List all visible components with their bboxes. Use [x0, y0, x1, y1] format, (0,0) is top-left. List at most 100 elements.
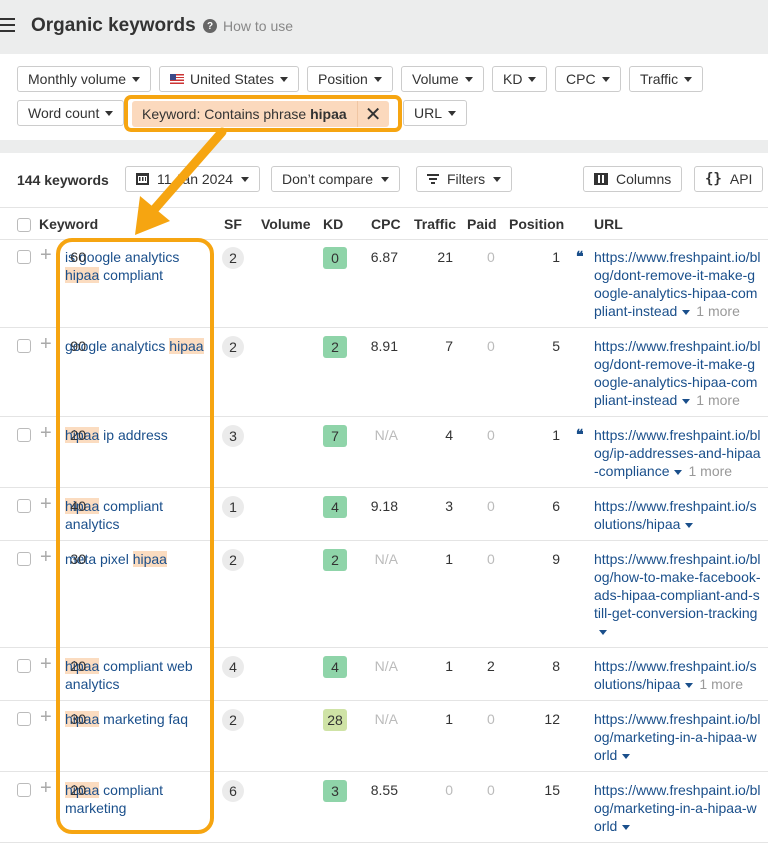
dropdown-label: Word count	[28, 105, 100, 121]
keyword-link[interactable]: hipaa compliant marketing	[65, 781, 208, 817]
volume-value: 30	[70, 711, 86, 727]
caret-down-icon[interactable]	[685, 682, 694, 688]
col-paid[interactable]: Paid	[467, 216, 497, 232]
traffic-value: 7	[445, 338, 453, 354]
caret-down-icon[interactable]	[622, 824, 631, 830]
col-url[interactable]: URL	[594, 216, 623, 232]
add-to-list-plus-icon[interactable]: +	[40, 423, 52, 443]
table-row: + hipaa ip address 3 20 7 N/A 4 0 1 ❝ https://www.…	[0, 417, 768, 488]
kd-badge: 0	[323, 247, 347, 269]
compare-dropdown[interactable]: Don’t compare	[271, 166, 401, 192]
add-to-list-plus-icon[interactable]: +	[40, 778, 52, 798]
monthly-volume-dropdown[interactable]: Monthly volume	[17, 66, 152, 92]
col-volume[interactable]: Volume	[261, 216, 311, 232]
caret-down-icon[interactable]	[685, 522, 694, 528]
paid-value: 0	[487, 711, 495, 727]
filters-label: Filters	[447, 171, 486, 187]
add-to-list-plus-icon[interactable]: +	[40, 334, 52, 354]
col-position[interactable]: Position	[509, 216, 564, 232]
paid-value: 2	[487, 658, 495, 674]
ranking-url-link[interactable]: https://www.freshpaint.io/blog/marketing…	[594, 782, 761, 834]
ranking-url-link[interactable]: https://www.freshpaint.io/solutions/hipa…	[594, 498, 757, 532]
caret-down-icon[interactable]	[674, 469, 683, 475]
keyword-link[interactable]: hipaa ip address	[65, 426, 208, 444]
keyword-link[interactable]: is google analytics hipaa compliant	[65, 248, 208, 284]
cpc-dropdown[interactable]: CPC	[555, 66, 621, 92]
sf-badge[interactable]: 2	[222, 709, 244, 731]
add-to-list-plus-icon[interactable]: +	[40, 245, 52, 265]
select-all-checkbox[interactable]	[17, 218, 31, 232]
keyword-link[interactable]: hipaa compliant web analytics	[65, 657, 208, 693]
dropdown-label: KD	[503, 71, 523, 87]
sf-badge[interactable]: 1	[222, 496, 244, 518]
dropdown-label: CPC	[566, 71, 596, 87]
country-dropdown[interactable]: United States	[159, 66, 300, 92]
kd-dropdown[interactable]: KD	[492, 66, 548, 92]
table-row: + hipaa marketing faq 2 30 28 N/A 1 0 12 https://…	[0, 701, 768, 772]
columns-icon	[594, 173, 608, 185]
caret-down-icon[interactable]	[622, 753, 631, 759]
row-checkbox[interactable]	[17, 659, 31, 673]
sf-badge[interactable]: 4	[222, 656, 244, 678]
row-checkbox[interactable]	[17, 339, 31, 353]
dropdown-label: Volume	[412, 71, 459, 87]
cpc-value: N/A	[374, 658, 398, 674]
position-value: 6	[552, 498, 560, 514]
sf-badge[interactable]: 2	[222, 336, 244, 358]
more-urls-link[interactable]: 1 more	[696, 392, 740, 408]
add-to-list-plus-icon[interactable]: +	[40, 707, 52, 727]
url-cell: https://www.freshpaint.io/blog/marketing…	[594, 781, 762, 835]
col-sf[interactable]: SF	[224, 216, 242, 232]
table-row: + google analytics hipaa 2 90 2 8.91 7 0 5 https:…	[0, 328, 768, 417]
row-checkbox[interactable]	[17, 428, 31, 442]
ranking-url-link[interactable]: https://www.freshpaint.io/blog/marketing…	[594, 711, 761, 763]
sf-badge[interactable]: 2	[222, 549, 244, 571]
keyword-link[interactable]: google analytics hipaa	[65, 337, 208, 355]
keyword-match-highlight: hipaa	[169, 338, 204, 354]
position-dropdown[interactable]: Position	[307, 66, 393, 92]
row-checkbox[interactable]	[17, 552, 31, 566]
more-urls-link[interactable]: 1 more	[696, 303, 740, 319]
traffic-value: 3	[445, 498, 453, 514]
col-cpc[interactable]: CPC	[371, 216, 401, 232]
traffic-dropdown[interactable]: Traffic	[629, 66, 704, 92]
sf-badge[interactable]: 6	[222, 780, 244, 802]
keyword-text: compliant	[99, 267, 164, 283]
columns-button[interactable]: Columns	[583, 166, 683, 192]
keyword-link[interactable]: hipaa compliant analytics	[65, 497, 208, 533]
hamburger-menu-icon[interactable]	[0, 18, 15, 32]
kd-badge: 3	[323, 780, 347, 802]
url-dropdown[interactable]: URL	[403, 100, 468, 126]
word-count-dropdown[interactable]: Word count	[17, 100, 125, 126]
keyword-link[interactable]: hipaa marketing faq	[65, 710, 208, 728]
more-urls-link[interactable]: 1 more	[699, 676, 743, 692]
more-urls-link[interactable]: 1 more	[688, 463, 732, 479]
col-keyword[interactable]: Keyword	[39, 216, 98, 232]
col-traffic[interactable]: Traffic	[414, 216, 456, 232]
api-button[interactable]: {} API	[694, 166, 764, 192]
filters-button[interactable]: Filters	[416, 166, 513, 192]
caret-down-icon[interactable]	[599, 629, 607, 635]
col-kd[interactable]: KD	[323, 216, 343, 232]
caret-down-icon	[105, 110, 114, 116]
date-picker[interactable]: 11 Jan 2024	[125, 166, 261, 192]
how-to-use-link[interactable]: ? How to use	[203, 18, 293, 34]
keyword-text: ip address	[99, 427, 168, 443]
caret-down-icon	[684, 76, 693, 82]
paid-value: 0	[487, 338, 495, 354]
volume-dropdown[interactable]: Volume	[401, 66, 484, 92]
keyword-link[interactable]: meta pixel hipaa	[65, 550, 208, 568]
sf-badge[interactable]: 2	[222, 247, 244, 269]
caret-down-icon[interactable]	[682, 398, 691, 404]
row-checkbox[interactable]	[17, 250, 31, 264]
sf-badge[interactable]: 3	[222, 425, 244, 447]
add-to-list-plus-icon[interactable]: +	[40, 547, 52, 567]
row-checkbox[interactable]	[17, 783, 31, 797]
add-to-list-plus-icon[interactable]: +	[40, 494, 52, 514]
add-to-list-plus-icon[interactable]: +	[40, 654, 52, 674]
ranking-url-link[interactable]: https://www.freshpaint.io/blog/how-to-ma…	[594, 551, 761, 621]
caret-down-icon[interactable]	[682, 309, 691, 315]
dropdown-label: Traffic	[640, 71, 679, 87]
row-checkbox[interactable]	[17, 499, 31, 513]
row-checkbox[interactable]	[17, 712, 31, 726]
